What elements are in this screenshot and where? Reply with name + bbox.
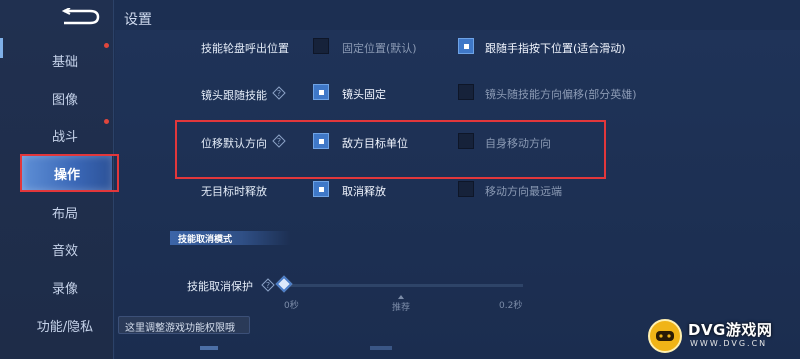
- radio-fixed-position[interactable]: [313, 38, 329, 54]
- notification-dot: [104, 119, 109, 124]
- tick-label-recommended: 推荐: [392, 303, 411, 313]
- help-icon[interactable]: ?: [272, 86, 286, 100]
- help-icon[interactable]: ?: [272, 134, 286, 148]
- radio-enemy-target[interactable]: [313, 133, 329, 149]
- sidebar-item-basic[interactable]: 基础: [20, 45, 110, 75]
- tooltip: 这里调整游戏功能权限哦: [118, 316, 250, 334]
- option-label: 自身移动方向: [485, 137, 551, 150]
- sidebar-edge-accent: [0, 38, 3, 58]
- sidebar-item-combat[interactable]: 战斗: [20, 120, 110, 150]
- tick-label-max: 0.2秒: [499, 301, 523, 311]
- sidebar-item-replay[interactable]: 录像: [20, 272, 110, 302]
- radio-camera-fixed[interactable]: [313, 84, 329, 100]
- sidebar-item-sound[interactable]: 音效: [20, 234, 110, 264]
- gamepad-icon: [648, 319, 682, 353]
- option-label: 移动方向最远端: [485, 185, 562, 198]
- sidebar-item-label: 布局: [51, 206, 78, 222]
- row-label: 镜头跟随技能: [201, 89, 267, 102]
- sidebar-item-controls[interactable]: 操作: [22, 156, 112, 190]
- option-label: 镜头随技能方向偏移(部分英雄): [485, 88, 637, 101]
- back-icon[interactable]: [58, 8, 102, 26]
- page-title: 设置: [124, 12, 152, 28]
- row-label: 技能轮盘呼出位置: [201, 42, 289, 55]
- sidebar: 基础 图像 战斗 操作 布局 音效 录像 功能/隐私: [0, 0, 114, 359]
- sidebar-item-layout[interactable]: 布局: [20, 197, 110, 227]
- option-label: 镜头固定: [342, 88, 386, 101]
- option-label: 敌方目标单位: [342, 137, 408, 150]
- radio-farthest-point[interactable]: [458, 181, 474, 197]
- watermark-text: DVG游戏网: [688, 321, 773, 339]
- sidebar-item-privacy[interactable]: 功能/隐私: [20, 310, 110, 340]
- tick-label-min: 0秒: [284, 301, 299, 311]
- row-label: 无目标时释放: [201, 185, 267, 198]
- sidebar-item-label: 功能/隐私: [36, 319, 94, 335]
- radio-self-direction[interactable]: [458, 133, 474, 149]
- help-icon[interactable]: ?: [261, 278, 275, 292]
- slider-label: 技能取消保护: [187, 280, 253, 293]
- sidebar-item-label: 战斗: [51, 129, 78, 145]
- watermark: DVG游戏网 WWW.DVG.CN: [646, 315, 796, 355]
- radio-follow-finger[interactable]: [458, 38, 474, 54]
- option-label: 固定位置(默认): [342, 42, 417, 55]
- section-title: 技能取消模式: [178, 235, 233, 245]
- radio-camera-offset[interactable]: [458, 84, 474, 100]
- svg-text:?: ?: [277, 89, 281, 98]
- sidebar-item-graphics[interactable]: 图像: [20, 83, 110, 113]
- sidebar-item-label: 操作: [53, 167, 80, 183]
- radio-cancel-cast[interactable]: [313, 181, 329, 197]
- slider-track[interactable]: [283, 284, 523, 287]
- tick-marker: [398, 295, 404, 299]
- sidebar-item-label: 音效: [51, 243, 78, 259]
- watermark-subtext: WWW.DVG.CN: [690, 339, 768, 348]
- option-label: 跟随手指按下位置(适合滑动): [485, 42, 626, 55]
- option-label: 取消释放: [342, 185, 386, 198]
- sidebar-item-label: 图像: [51, 92, 78, 108]
- scroll-indicator: [370, 346, 392, 350]
- row-label: 位移默认方向: [201, 137, 267, 150]
- svg-text:?: ?: [266, 281, 270, 290]
- svg-text:?: ?: [277, 137, 281, 146]
- sidebar-item-label: 录像: [51, 281, 78, 297]
- scroll-indicator: [200, 346, 218, 350]
- sidebar-item-label: 基础: [51, 54, 78, 70]
- notification-dot: [104, 43, 109, 48]
